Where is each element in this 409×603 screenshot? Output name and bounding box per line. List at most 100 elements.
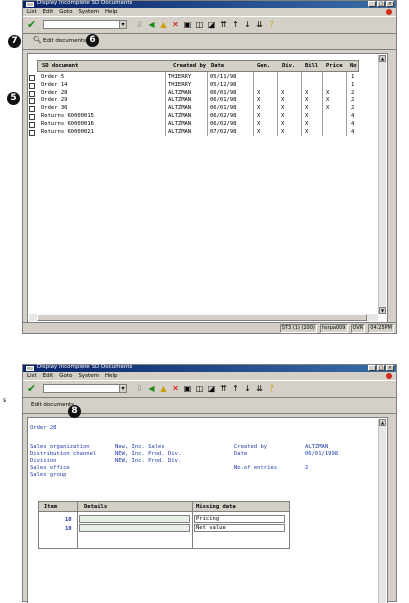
edit-documents-button[interactable]: Edit documents xyxy=(43,38,86,44)
menu-help[interactable]: Help xyxy=(105,373,118,379)
row-select-checkbox[interactable] xyxy=(29,75,35,81)
find-icon[interactable]: ◫ xyxy=(195,383,204,394)
callout-badge-5: 5 xyxy=(7,92,20,105)
menu-goto[interactable]: Goto xyxy=(59,9,72,15)
list-area: SD document Created by Date Gen. Div. Bi… xyxy=(27,53,388,323)
command-field[interactable] xyxy=(43,384,127,393)
cell-gen: X xyxy=(257,120,261,127)
close-icon[interactable]: × xyxy=(386,365,394,371)
back-icon[interactable]: ◀ xyxy=(147,383,156,394)
help-icon[interactable]: ? xyxy=(267,383,276,394)
menu-list[interactable]: List xyxy=(27,9,37,15)
col-div: Div. xyxy=(282,63,296,69)
row-select-checkbox[interactable] xyxy=(29,121,35,128)
print-icon[interactable]: ▣ xyxy=(183,19,192,30)
cancel-icon[interactable]: ✕ xyxy=(171,19,180,30)
cell-date: 06/02/98 xyxy=(210,120,237,127)
menu-help[interactable]: Help xyxy=(105,9,118,15)
row-select-checkbox[interactable] xyxy=(29,129,35,136)
row-select-checkbox[interactable] xyxy=(29,90,35,97)
checkmark-icon[interactable]: ✔ xyxy=(27,382,36,395)
checkmark-icon[interactable]: ✔ xyxy=(27,18,36,31)
cell-bill: X xyxy=(305,97,309,104)
cell-bill: X xyxy=(305,112,309,119)
row-select-checkbox[interactable] xyxy=(29,82,35,89)
cancel-icon[interactable]: ✕ xyxy=(171,383,180,394)
callout-badge-8: 8 xyxy=(68,405,81,418)
vertical-scrollbar[interactable]: ▲ ▼ xyxy=(378,55,386,314)
minimize-icon[interactable]: _ xyxy=(368,1,376,7)
exit-icon[interactable]: ▲ xyxy=(159,19,168,30)
chevron-down-icon[interactable]: ▾ xyxy=(119,20,127,29)
sap-logo-icon xyxy=(386,373,392,379)
prev-page-icon[interactable]: ↑ xyxy=(231,19,240,30)
window-title: Display Incomplete SD Documents xyxy=(37,0,133,6)
minimize-icon[interactable]: _ xyxy=(368,365,376,371)
cell-created-by: ALTZMAN xyxy=(168,128,192,135)
cell-price: X xyxy=(326,89,330,96)
grid-row-1-missing: Pricing xyxy=(196,516,220,522)
label-sales-office: Sales office xyxy=(30,465,70,471)
table-row[interactable]: Order 14 THIERRY 05/12/98 1 xyxy=(29,82,359,90)
value-sales-organization: New, Inc. Sales xyxy=(115,444,165,450)
print-icon[interactable]: ▣ xyxy=(183,383,192,394)
vertical-scrollbar[interactable]: ▲ xyxy=(378,419,386,603)
col-missing-data: Missing data xyxy=(196,504,236,510)
menu-system[interactable]: System xyxy=(78,373,99,379)
maximize-icon[interactable]: □ xyxy=(377,365,385,371)
horizontal-scrollbar[interactable] xyxy=(29,314,378,321)
menu-system[interactable]: System xyxy=(78,9,99,15)
sap-logo-icon xyxy=(386,9,392,15)
label-sales-group: Sales group xyxy=(30,472,67,478)
prev-page-icon[interactable]: ↑ xyxy=(231,383,240,394)
label-distribution-channel: Distribution channel xyxy=(30,451,97,457)
last-page-icon[interactable]: ⇊ xyxy=(255,19,264,30)
scroll-thumb[interactable] xyxy=(37,314,367,321)
table-row[interactable]: Order 28 ALTZMAN 06/01/98 X X X X 2 xyxy=(29,89,359,98)
grid-row-1-details-field[interactable] xyxy=(79,515,190,523)
maximize-icon[interactable]: □ xyxy=(377,1,385,7)
command-field[interactable] xyxy=(43,20,127,29)
table-row[interactable]: Order 30 ALTZMAN 06/01/98 X X X X 2 xyxy=(29,105,359,113)
save-icon[interactable]: ⇩ xyxy=(135,383,144,394)
callout-badge-6: 6 xyxy=(86,34,99,47)
first-page-icon[interactable]: ⇈ xyxy=(219,19,228,30)
chevron-down-icon[interactable]: ▾ xyxy=(119,384,127,393)
menu-edit[interactable]: Edit xyxy=(43,9,54,15)
menu-edit[interactable]: Edit xyxy=(43,373,54,379)
back-icon[interactable]: ◀ xyxy=(147,19,156,30)
scroll-up-icon[interactable]: ▲ xyxy=(379,419,386,426)
menu-list[interactable]: List xyxy=(27,373,37,379)
cell-bill: X xyxy=(305,120,309,127)
grid-row-2-details-field[interactable] xyxy=(79,524,190,532)
exit-icon[interactable]: ▲ xyxy=(159,383,168,394)
help-icon[interactable]: ? xyxy=(267,19,276,30)
table-row[interactable]: Order 29 ALTZMAN 06/01/98 X X X X 2 xyxy=(29,97,359,105)
row-select-checkbox[interactable] xyxy=(29,98,35,105)
row-select-checkbox[interactable] xyxy=(29,106,35,113)
close-icon[interactable]: × xyxy=(386,1,394,7)
cell-sd-document: Returns 60000021 xyxy=(41,128,94,135)
table-row[interactable]: Returns 60000021 ALTZMAN 07/02/98 X X X 4 xyxy=(29,128,359,137)
edit-documents-button[interactable]: Edit documents xyxy=(31,402,74,408)
title-bar: Display Incomplete SD Documents _ □ × xyxy=(23,364,396,372)
last-page-icon[interactable]: ⇊ xyxy=(255,383,264,394)
row-select-checkbox[interactable] xyxy=(29,113,35,120)
scroll-up-icon[interactable]: ▲ xyxy=(379,55,386,62)
table-row[interactable]: Returns 60000015 ALTZMAN 06/02/98 X X X 4 xyxy=(29,112,359,121)
first-page-icon[interactable]: ⇈ xyxy=(219,383,228,394)
find-icon[interactable]: ◫ xyxy=(195,19,204,30)
save-icon[interactable]: ⇩ xyxy=(135,19,144,30)
next-page-icon[interactable]: ↓ xyxy=(243,19,252,30)
magnifier-icon[interactable]: 🔍︎ xyxy=(33,36,42,44)
table-row[interactable]: Order 5 THIERRY 05/11/98 1 xyxy=(29,74,359,82)
incomplete-doc-detail-window: Display Incomplete SD Documents _ □ × Li… xyxy=(22,364,397,603)
col-sd-document: SD document xyxy=(42,63,79,69)
cell-created-by: ALTZMAN xyxy=(168,89,192,96)
menu-goto[interactable]: Goto xyxy=(59,373,72,379)
find-next-icon[interactable]: ◪ xyxy=(207,19,216,30)
find-next-icon[interactable]: ◪ xyxy=(207,383,216,394)
next-page-icon[interactable]: ↓ xyxy=(243,383,252,394)
table-row[interactable]: Returns 60000016 ALTZMAN 06/02/98 X X X 4 xyxy=(29,120,359,129)
scroll-down-icon[interactable]: ▼ xyxy=(379,307,386,314)
